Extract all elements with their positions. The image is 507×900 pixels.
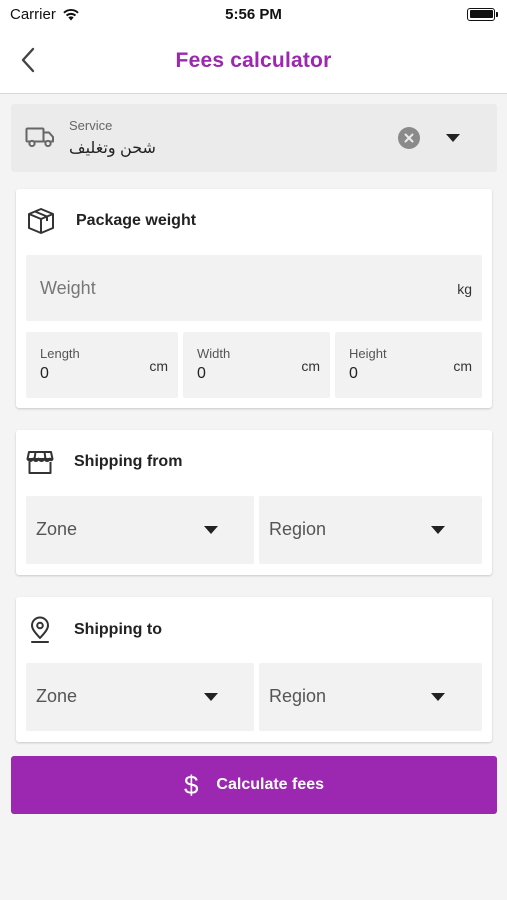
to-zone-placeholder: Zone [36, 686, 78, 706]
chevron-down-icon [204, 693, 218, 701]
weight-placeholder: Weight [40, 278, 96, 298]
service-select[interactable]: Service شحن وتغليف [11, 104, 497, 172]
location-pin-icon [31, 616, 49, 643]
shipping-to-title: Shipping to [74, 621, 162, 638]
service-value: شحن وتغليف [69, 140, 156, 157]
page-title: Fees calculator [175, 48, 332, 72]
status-bar: Carrier 5:56 PM [0, 0, 507, 28]
weight-unit: kg [457, 281, 472, 297]
width-input[interactable]: Width 0 cm [183, 332, 330, 398]
chevron-down-icon [431, 693, 445, 701]
truck-icon [25, 127, 54, 148]
package-weight-title: Package weight [76, 212, 197, 229]
to-region-select[interactable]: Region [259, 663, 482, 731]
width-unit: cm [301, 358, 320, 374]
to-zone-select[interactable]: Zone [26, 663, 254, 731]
to-region-placeholder: Region [269, 686, 327, 706]
service-dropdown-icon[interactable] [446, 134, 460, 142]
shipping-to-header: Shipping to [26, 616, 162, 644]
height-unit: cm [453, 358, 472, 374]
height-label: Height [349, 346, 387, 361]
width-label: Width [197, 346, 231, 361]
chevron-down-icon [431, 526, 445, 534]
shipping-to-card: Shipping to Zone Region [16, 597, 492, 742]
dollar-icon: $ [183, 770, 199, 800]
clear-service-button[interactable] [398, 127, 420, 149]
package-icon [28, 208, 54, 234]
battery-icon [467, 7, 498, 21]
shipping-from-card: Shipping from Zone Region [16, 430, 492, 575]
from-region-select[interactable]: Region [259, 496, 482, 564]
from-zone-select[interactable]: Zone [26, 496, 254, 564]
calculate-fees-button[interactable]: $ Calculate fees [11, 756, 497, 814]
shipping-from-title: Shipping from [74, 453, 183, 470]
package-weight-header: Package weight [26, 207, 196, 235]
length-label: Length [40, 346, 80, 361]
package-weight-card: Package weight Weight kg Length 0 cm Wid… [16, 189, 492, 408]
wifi-icon [63, 8, 79, 20]
length-unit: cm [149, 358, 168, 374]
height-value: 0 [349, 365, 358, 382]
from-zone-placeholder: Zone [36, 519, 78, 539]
close-icon [404, 133, 414, 143]
store-icon [26, 451, 54, 474]
carrier-label: Carrier [10, 5, 56, 23]
chevron-left-icon [21, 47, 35, 73]
chevron-down-icon [204, 526, 218, 534]
length-input[interactable]: Length 0 cm [26, 332, 178, 398]
nav-bar: Fees calculator [0, 28, 507, 94]
shipping-from-header: Shipping from [26, 449, 182, 475]
height-input[interactable]: Height 0 cm [335, 332, 482, 398]
width-value: 0 [197, 365, 206, 382]
length-value: 0 [40, 365, 49, 382]
back-button[interactable] [14, 46, 42, 74]
from-region-placeholder: Region [269, 519, 327, 539]
status-left: Carrier [10, 6, 80, 23]
weight-input[interactable]: Weight kg [26, 255, 482, 321]
calculate-fees-label: Calculate fees [216, 776, 325, 793]
service-label: Service [69, 118, 113, 133]
